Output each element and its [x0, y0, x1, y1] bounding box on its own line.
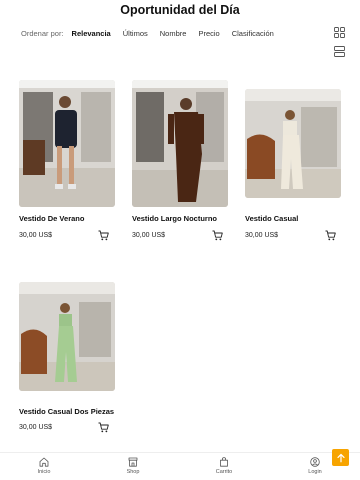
product-image[interactable]: [19, 80, 115, 207]
add-to-cart-button[interactable]: [98, 422, 109, 433]
sort-option-precio[interactable]: Precio: [198, 29, 219, 38]
cart-icon: [98, 422, 109, 433]
sort-option-clasificacion[interactable]: Clasificación: [232, 29, 274, 38]
product-image[interactable]: [19, 282, 115, 391]
product-image[interactable]: [245, 89, 341, 198]
list-view-button[interactable]: [334, 46, 345, 57]
product-name[interactable]: Vestido Casual Dos Piezas: [19, 407, 114, 416]
grid-view-button[interactable]: [334, 27, 345, 38]
product-card-vestido-casual-dos-piezas[interactable]: Vestido Casual Dos Piezas 30,00 US$: [19, 282, 119, 433]
sort-bar: Ordenar por: Relevancia Últimos Nombre P…: [21, 29, 286, 38]
product-card-vestido-largo-nocturno[interactable]: Vestido Largo Nocturno 30,00 US$: [132, 80, 232, 241]
product-card-vestido-de-verano[interactable]: Vestido De Verano 30,00 US$: [19, 80, 119, 241]
page-title: Oportunidad del Día: [120, 3, 240, 17]
nav-label: Login: [308, 469, 322, 475]
product-price: 30,00 US$: [19, 424, 53, 431]
product-card-vestido-casual[interactable]: Vestido Casual 30,00 US$: [245, 89, 345, 241]
product-price: 30,00 US$: [132, 232, 166, 239]
nav-item-login[interactable]: Login: [295, 457, 335, 475]
product-name[interactable]: Vestido Casual: [245, 214, 298, 223]
arrow-up-icon: [336, 453, 345, 462]
product-image[interactable]: [132, 80, 228, 207]
product-price: 30,00 US$: [19, 232, 53, 239]
sort-option-nombre[interactable]: Nombre: [160, 29, 187, 38]
add-to-cart-button[interactable]: [212, 230, 223, 241]
nav-label: Carrito: [215, 469, 233, 475]
add-to-cart-button[interactable]: [325, 230, 336, 241]
cart-icon: [212, 230, 223, 241]
home-icon: [39, 457, 49, 467]
product-name[interactable]: Vestido De Verano: [19, 214, 84, 223]
cart-icon: [98, 230, 109, 241]
product-name[interactable]: Vestido Largo Nocturno: [132, 214, 217, 223]
add-to-cart-button[interactable]: [98, 230, 109, 241]
nav-label: Inicio: [37, 469, 51, 475]
nav-item-carrito[interactable]: Carrito: [204, 457, 244, 475]
scroll-to-top-button[interactable]: [332, 449, 349, 466]
bag-icon: [220, 457, 228, 467]
bottom-nav: Inicio Shop Carrito Login: [0, 452, 360, 480]
user-icon: [310, 457, 320, 467]
sort-label: Ordenar por:: [21, 29, 64, 38]
cart-icon: [325, 230, 336, 241]
grid-icon: [334, 27, 345, 38]
sort-option-ultimos[interactable]: Últimos: [123, 29, 148, 38]
nav-item-inicio[interactable]: Inicio: [24, 457, 64, 475]
sort-option-relevancia[interactable]: Relevancia: [72, 29, 111, 38]
nav-label: Shop: [126, 469, 140, 475]
shop-icon: [128, 457, 138, 467]
list-icon: [334, 46, 345, 57]
nav-item-shop[interactable]: Shop: [113, 457, 153, 475]
product-price: 30,00 US$: [245, 232, 279, 239]
